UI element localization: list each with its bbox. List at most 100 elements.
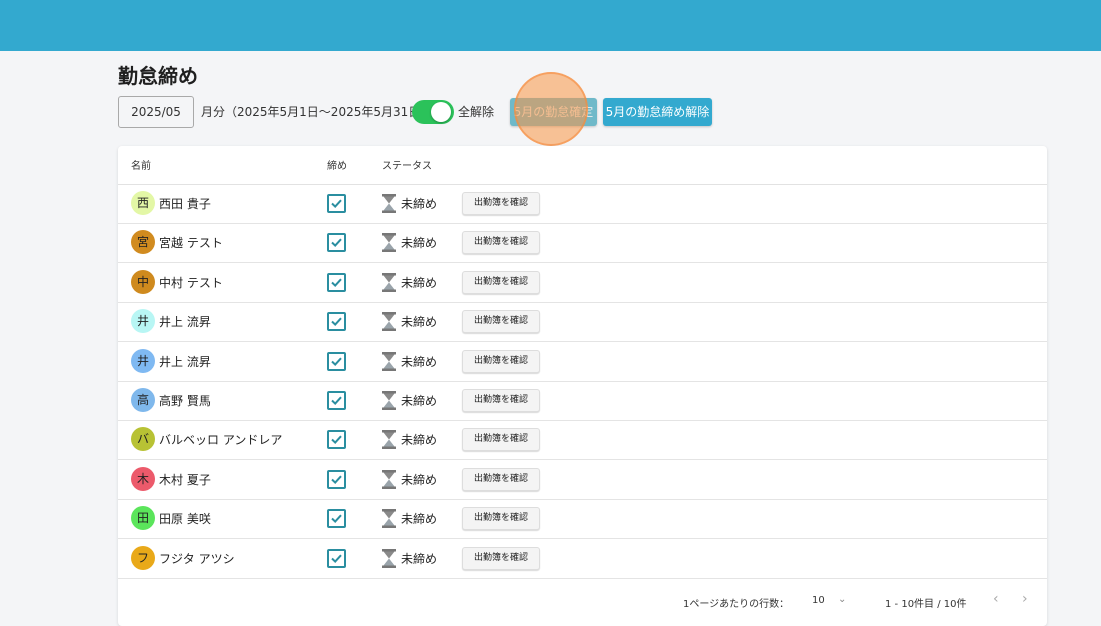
- status-label: 未締め: [401, 394, 438, 408]
- closing-checkbox[interactable]: [327, 509, 346, 529]
- status-label: 未締め: [401, 236, 438, 251]
- closing-checkbox[interactable]: [327, 469, 346, 489]
- hourglass-icon: [382, 351, 396, 375]
- view-attendance-button[interactable]: 出勤簿を確認: [462, 546, 540, 570]
- table-row: 西西田 貴子 未締め 出勤簿を確認: [118, 184, 1047, 224]
- employee-name: 井上 流昇: [159, 315, 211, 330]
- table-row: 中中村 テスト 未締め 出勤簿を確認: [118, 263, 1047, 303]
- avatar: 高: [131, 388, 155, 412]
- closing-checkbox[interactable]: [327, 194, 346, 213]
- hourglass-icon: [382, 233, 396, 256]
- period-label: 月分（2025年5月1日〜2025年5月31日）: [201, 105, 433, 119]
- view-attendance-button[interactable]: 出勤簿を確認: [462, 231, 540, 255]
- status-label: 未締め: [401, 551, 438, 566]
- page-title: 勤怠締め: [118, 64, 198, 88]
- table-row: 宮宮越 テスト 未締め 出勤簿を確認: [118, 223, 1047, 264]
- table-row: 井井上 流昇 未締め 出勤簿を確認: [118, 342, 1047, 382]
- status-label: 未締め: [401, 354, 438, 369]
- employee-name: 木村 夏子: [159, 472, 211, 487]
- prev-page-button[interactable]: ‹: [993, 591, 999, 607]
- checkbox-checked-icon: [331, 357, 342, 366]
- hourglass-icon: [382, 391, 396, 414]
- view-attendance-button[interactable]: 出勤簿を確認: [462, 192, 540, 215]
- toggle-label: 全解除: [458, 105, 495, 119]
- status-label: 未締め: [401, 512, 438, 527]
- closing-checkbox[interactable]: [327, 233, 346, 253]
- employee-name: 中村 テスト: [159, 275, 223, 290]
- avatar: 中: [131, 269, 155, 294]
- checkbox-checked-icon: [331, 396, 342, 406]
- column-header-status: ステータス: [382, 161, 432, 172]
- checkbox-checked-icon: [331, 238, 342, 248]
- closing-checkbox[interactable]: [327, 272, 346, 292]
- checkbox-checked-icon: [331, 475, 342, 484]
- checkbox-checked-icon: [331, 435, 342, 445]
- avatar: 西: [131, 191, 155, 215]
- table-row: 田田原 美咲 未締め 出勤簿を確認: [118, 499, 1047, 540]
- month-input[interactable]: 2025/05: [118, 96, 194, 128]
- view-attendance-button[interactable]: 出勤簿を確認: [462, 428, 540, 452]
- unlock-attendance-button[interactable]: 5月の勤怠締め解除: [603, 98, 712, 126]
- table-row: 井井上 流昇 未締め 出勤簿を確認: [118, 302, 1047, 343]
- closing-checkbox[interactable]: [327, 351, 346, 371]
- status-label: 未締め: [401, 472, 438, 487]
- avatar: バ: [131, 427, 155, 452]
- table-row: フフジタ アツシ 未締め 出勤簿を確認: [118, 539, 1047, 579]
- view-attendance-button[interactable]: 出勤簿を確認: [462, 270, 540, 294]
- next-page-button[interactable]: ›: [1022, 591, 1028, 607]
- rows-per-page-label: 1ページあたりの行数：: [683, 599, 790, 610]
- avatar: 井: [131, 348, 155, 373]
- view-attendance-button[interactable]: 出勤簿を確認: [462, 389, 540, 412]
- rows-per-page-select[interactable]: 10: [812, 595, 825, 606]
- employee-name: 田原 美咲: [159, 512, 211, 527]
- closing-checkbox[interactable]: [327, 548, 346, 568]
- confirm-attendance-button[interactable]: 5月の勤怠確定: [510, 98, 597, 126]
- table-header: 名前 締め ステータス: [118, 146, 1047, 185]
- hourglass-icon: [382, 312, 396, 335]
- hourglass-icon: [382, 509, 396, 532]
- toggle-knob: [431, 102, 451, 122]
- status-label: 未締め: [401, 275, 438, 290]
- avatar: フ: [131, 545, 155, 570]
- employee-name: 宮越 テスト: [159, 236, 223, 251]
- employee-name: バルベッロ アンドレア: [159, 433, 283, 448]
- avatar: 宮: [131, 230, 155, 255]
- hourglass-icon: [382, 548, 396, 572]
- closing-checkbox[interactable]: [327, 391, 346, 410]
- table-row: 木木村 夏子 未締め 出勤簿を確認: [118, 460, 1047, 500]
- avatar: 田: [131, 506, 155, 531]
- employee-name: 西田 貴子: [159, 197, 211, 211]
- closing-checkbox[interactable]: [327, 430, 346, 450]
- table-pagination: 1ページあたりの行数： 10 ⌄ 1 - 10件目 / 10件 ‹ ›: [118, 578, 1047, 626]
- checkbox-checked-icon: [331, 554, 342, 563]
- employee-name: 井上 流昇: [159, 354, 211, 369]
- chevron-down-icon[interactable]: ⌄: [838, 594, 846, 605]
- status-label: 未締め: [401, 197, 438, 211]
- hourglass-icon: [382, 430, 396, 453]
- checkbox-checked-icon: [331, 278, 342, 287]
- hourglass-icon: [382, 272, 396, 296]
- select-all-toggle[interactable]: [412, 100, 454, 124]
- closing-checkbox[interactable]: [327, 312, 346, 332]
- table-row: 高高野 賢馬 未締め 出勤簿を確認: [118, 381, 1047, 421]
- column-header-name: 名前: [131, 161, 151, 172]
- view-attendance-button[interactable]: 出勤簿を確認: [462, 310, 540, 334]
- status-label: 未締め: [401, 315, 438, 330]
- avatar: 井: [131, 309, 155, 334]
- app-header-bar: [0, 0, 1101, 51]
- hourglass-icon: [382, 194, 396, 217]
- attendance-table: 名前 締め ステータス 西西田 貴子 未締め 出勤簿を確認宮宮越 テスト 未締め 出勤簿…: [118, 146, 1047, 626]
- view-attendance-button[interactable]: 出勤簿を確認: [462, 349, 540, 373]
- checkbox-checked-icon: [331, 317, 342, 327]
- employee-name: フジタ アツシ: [159, 551, 235, 566]
- checkbox-checked-icon: [331, 199, 342, 209]
- view-attendance-button[interactable]: 出勤簿を確認: [462, 507, 540, 531]
- pagination-range: 1 - 10件目 / 10件: [885, 599, 967, 610]
- checkbox-checked-icon: [331, 514, 342, 524]
- view-attendance-button[interactable]: 出勤簿を確認: [462, 467, 540, 491]
- hourglass-icon: [382, 469, 396, 493]
- column-header-closing: 締め: [327, 161, 347, 172]
- employee-name: 高野 賢馬: [159, 394, 211, 408]
- avatar: 木: [131, 466, 155, 491]
- status-label: 未締め: [401, 433, 438, 448]
